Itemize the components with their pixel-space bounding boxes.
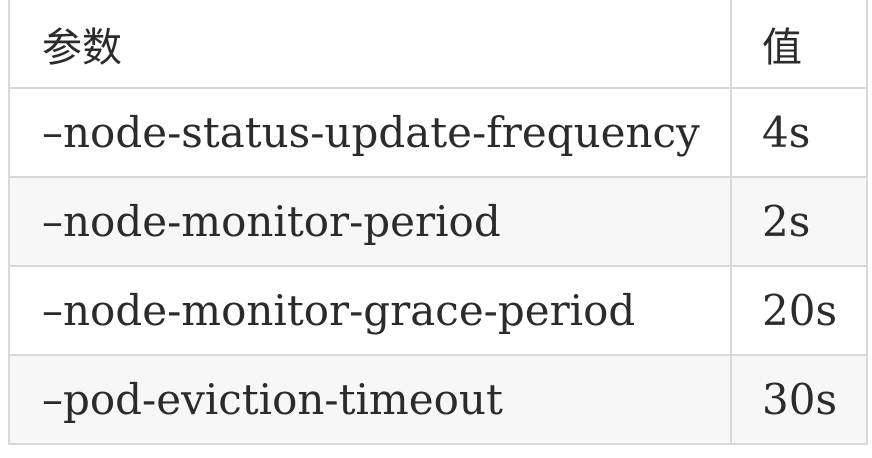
- param-cell: –node-monitor-grace-period: [8, 265, 732, 356]
- table-body: –node-status-update-frequency 4s –node-m…: [8, 87, 868, 445]
- param-cell: –node-status-update-frequency: [8, 87, 732, 178]
- value-cell: 30s: [730, 354, 868, 445]
- param-cell: –pod-eviction-timeout: [8, 354, 732, 445]
- value-cell: 4s: [730, 87, 868, 178]
- table-row: –pod-eviction-timeout 30s: [8, 354, 868, 445]
- value-cell: 2s: [730, 176, 868, 267]
- table-header: 参数 值: [8, 0, 868, 89]
- table-row: –node-monitor-grace-period 20s: [8, 265, 868, 356]
- header-param: 参数: [8, 0, 732, 89]
- header-value: 值: [730, 0, 868, 89]
- value-cell: 20s: [730, 265, 868, 356]
- table-row: –node-monitor-period 2s: [8, 176, 868, 267]
- table-row: –node-status-update-frequency 4s: [8, 87, 868, 178]
- param-cell: –node-monitor-period: [8, 176, 732, 267]
- header-row: 参数 值: [8, 0, 868, 89]
- parameter-table: 参数 值 –node-status-update-frequency 4s –n…: [8, 0, 868, 445]
